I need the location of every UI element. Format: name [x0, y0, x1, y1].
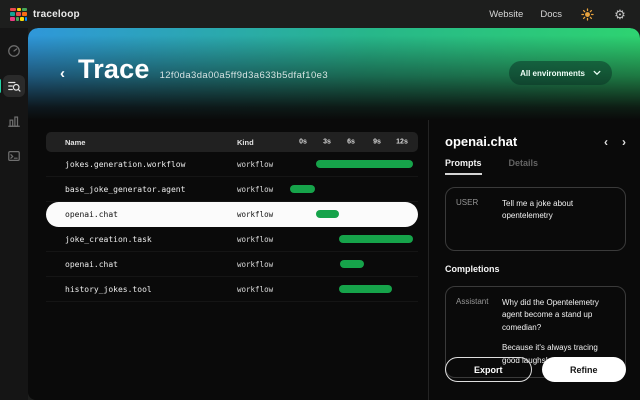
completions-heading: Completions [445, 264, 626, 274]
environment-selector-label: All environments [520, 69, 585, 78]
span-name: joke_creation.task [46, 235, 237, 244]
span-kind: workflow [237, 210, 290, 219]
span-name: base_joke_generator.agent [46, 185, 237, 194]
sidebar-item-analytics[interactable] [3, 110, 25, 132]
trace-search-icon [7, 79, 21, 93]
span-duration-bar [316, 210, 339, 218]
table-row[interactable]: jokes.generation.workflow workflow [46, 152, 418, 177]
sidebar-item-traces[interactable] [3, 75, 25, 97]
refine-button[interactable]: Refine [542, 357, 627, 382]
main-panel: ‹ Trace 12f0da3da00a5ff9d3a633b5dfaf10e3… [28, 28, 640, 400]
timeline-axis: 0s 3s 6s 9s 12s [290, 132, 415, 152]
table-row[interactable]: openai.chat workflow [46, 252, 418, 277]
span-table: Name Kind 0s 3s 6s 9s 12s jokes.generati… [28, 120, 428, 400]
website-link[interactable]: Website [489, 9, 523, 20]
span-duration-bar [340, 260, 364, 268]
table-row[interactable]: base_joke_generator.agent workflow [46, 177, 418, 202]
bar-chart-icon [7, 114, 21, 128]
prev-span-chevron-icon[interactable]: ‹ [604, 136, 608, 148]
tab-prompts[interactable]: Prompts [445, 158, 482, 175]
span-kind: workflow [237, 235, 290, 244]
theme-toggle-sun-icon[interactable] [579, 6, 595, 22]
chevron-down-icon [593, 70, 601, 76]
gauge-icon [7, 44, 21, 58]
tab-details[interactable]: Details [509, 158, 539, 175]
settings-gear-icon[interactable]: ⚙ [612, 6, 628, 22]
span-detail-panel: openai.chat ‹ › Prompts Details USER Tel… [428, 120, 640, 400]
traceloop-logo-icon [10, 8, 27, 21]
brand[interactable]: traceloop [10, 8, 80, 21]
span-detail-title: openai.chat [445, 134, 517, 149]
axis-tick: 12s [396, 139, 408, 146]
axis-tick: 3s [323, 139, 331, 146]
span-name: history_jokes.tool [46, 285, 237, 294]
column-header-kind: Kind [237, 138, 290, 147]
sidebar-item-console[interactable] [3, 145, 25, 167]
axis-tick: 9s [373, 139, 381, 146]
sidebar-item-dashboard[interactable] [3, 40, 25, 62]
table-row[interactable]: joke_creation.task workflow [46, 227, 418, 252]
trace-id: 12f0da3da00a5ff9d3a633b5dfaf10e3 [160, 70, 328, 81]
span-name: jokes.generation.workflow [46, 160, 237, 169]
span-kind: workflow [237, 185, 290, 194]
span-name: openai.chat [46, 260, 237, 269]
terminal-icon [7, 149, 21, 163]
table-row-selected[interactable]: openai.chat workflow [46, 202, 418, 227]
span-kind: workflow [237, 160, 290, 169]
docs-link[interactable]: Docs [540, 9, 562, 20]
brand-name: traceloop [33, 9, 80, 20]
top-bar: traceloop Website Docs ⚙ [0, 0, 640, 28]
span-duration-bar [290, 185, 315, 193]
axis-tick: 6s [347, 139, 355, 146]
message-role-label: USER [456, 198, 502, 240]
table-row[interactable]: history_jokes.tool workflow [46, 277, 418, 302]
column-header-name: Name [46, 138, 237, 147]
export-button[interactable]: Export [445, 357, 532, 382]
span-name: openai.chat [46, 210, 237, 219]
detail-tabs: Prompts Details [445, 158, 626, 175]
span-table-header: Name Kind 0s 3s 6s 9s 12s [46, 132, 418, 152]
span-kind: workflow [237, 285, 290, 294]
page-title: Trace [78, 54, 150, 85]
prompt-text: Tell me a joke about opentelemetry [502, 198, 615, 240]
span-kind: workflow [237, 260, 290, 269]
back-chevron-icon[interactable]: ‹ [60, 66, 65, 81]
axis-tick: 0s [299, 139, 307, 146]
environment-selector[interactable]: All environments [509, 61, 612, 85]
span-duration-bar [339, 235, 413, 243]
span-duration-bar [316, 160, 413, 168]
sidebar [0, 28, 28, 400]
span-duration-bar [339, 285, 392, 293]
prompt-message-card: USER Tell me a joke about opentelemetry [445, 187, 626, 251]
next-span-chevron-icon[interactable]: › [622, 136, 626, 148]
trace-header: ‹ Trace 12f0da3da00a5ff9d3a633b5dfaf10e3… [28, 28, 640, 120]
